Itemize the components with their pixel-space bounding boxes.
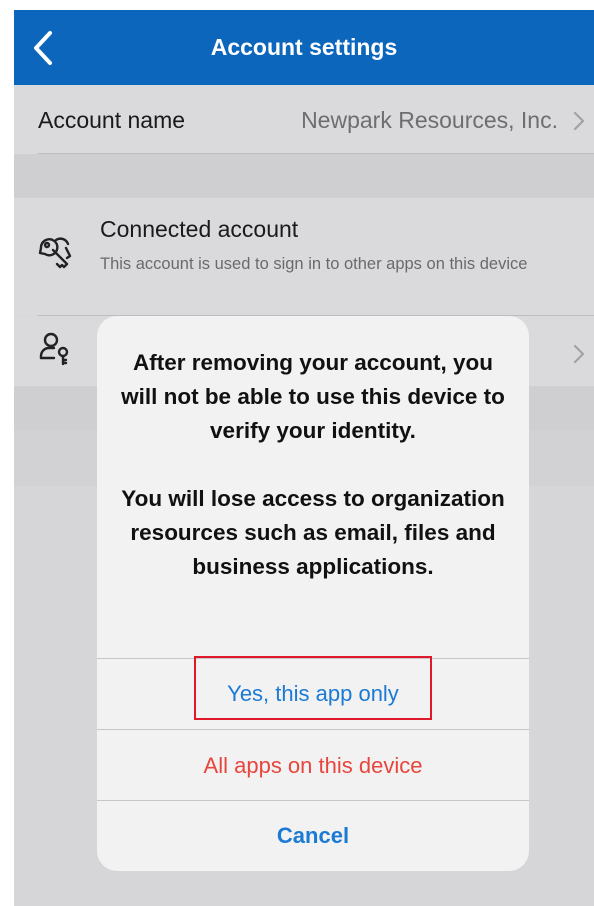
app-screen: Account settings Account name Newpark Re… [14,10,594,906]
user-key-icon [38,330,74,366]
section-gap [14,154,594,198]
navigation-bar: Account settings [14,10,594,85]
dialog-separator [97,729,529,730]
page-title: Account settings [210,34,398,60]
connected-account-row: Connected account This account is used t… [14,198,594,315]
chevron-right-icon [573,344,585,364]
dialog-message-access: You will lose access to organization res… [121,486,505,579]
chevron-right-icon [573,111,585,131]
dialog-message: After removing your account, you will no… [117,346,509,584]
account-name-row[interactable]: Account name Newpark Resources, Inc. [14,85,594,154]
all-apps-on-device-button[interactable]: All apps on this device [97,731,529,801]
cancel-button[interactable]: Cancel [97,801,529,871]
connected-account-title: Connected account [100,216,299,242]
keys-icon [36,234,76,274]
connected-account-description: This account is used to sign in to other… [100,255,528,273]
account-name-value: Newpark Resources, Inc. [301,107,558,133]
remove-account-dialog: After removing your account, you will no… [97,316,529,871]
dialog-message-warning: After removing your account, you will no… [121,350,505,443]
highlight-box [194,656,432,720]
account-name-label: Account name [38,107,186,133]
